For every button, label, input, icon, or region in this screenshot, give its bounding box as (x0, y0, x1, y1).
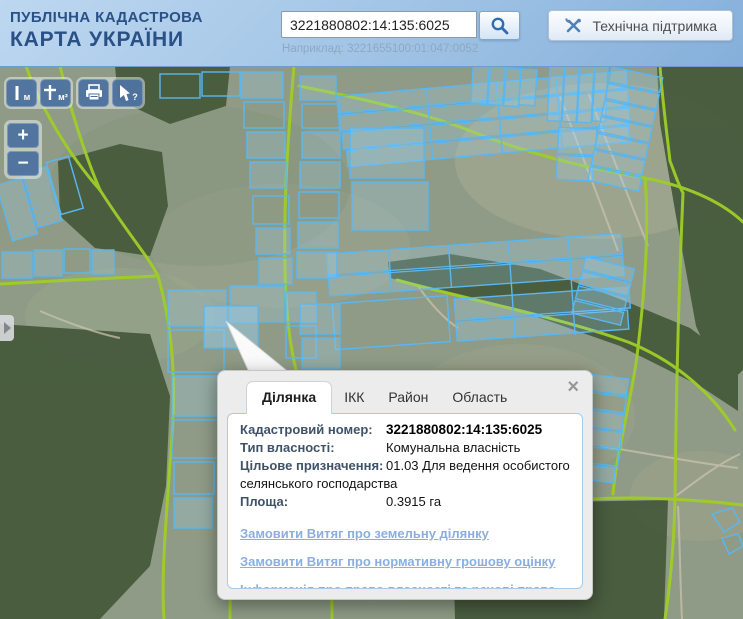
chevron-right-icon (4, 322, 11, 334)
link-ownership-rights-info[interactable]: Інформація про право власності та речові… (240, 582, 570, 589)
measure-toolbar: м м² (4, 77, 73, 109)
logo-line1: ПУБЛІЧНА КАДАСТРОВА (10, 9, 203, 27)
field-cadastral-number: Кадастровий номер:3221880802:14:135:6025 (240, 421, 570, 439)
site-logo: ПУБЛІЧНА КАДАСТРОВА КАРТА УКРАЇНИ (10, 9, 203, 53)
measure-length-unit-label: м (24, 92, 31, 102)
ruler-line-icon (13, 84, 23, 102)
zoom-control: + − (4, 120, 42, 179)
tools-icon (564, 16, 583, 35)
logo-line2: КАРТА УКРАЇНИ (10, 27, 203, 53)
print-identify-toolbar: ? (76, 77, 145, 109)
expand-side-panel-button[interactable] (0, 315, 14, 341)
field-ownership-type: Тип власності:Комунальна власність (240, 439, 570, 457)
tech-support-label: Технічна підтримка (592, 18, 717, 34)
identify-question-label: ? (132, 92, 138, 102)
printer-icon (84, 84, 104, 102)
measure-area-unit-label: м² (58, 92, 68, 102)
popup-links: Замовити Витяг про земельну ділянку Замо… (240, 526, 570, 589)
link-order-monetary-valuation[interactable]: Замовити Витяг про нормативну грошову оц… (240, 554, 570, 569)
link-order-extract-parcel[interactable]: Замовити Витяг про земельну ділянку (240, 526, 570, 541)
zoom-in-button[interactable]: + (7, 123, 39, 148)
app-header: ПУБЛІЧНА КАДАСТРОВА КАРТА УКРАЇНИ Наприк… (0, 0, 743, 67)
measure-area-button[interactable]: м² (40, 79, 71, 107)
tech-support-button[interactable]: Технічна підтримка (548, 10, 733, 41)
cadastral-map-app: м м² (0, 0, 743, 619)
search-button[interactable] (479, 11, 520, 40)
search-input[interactable] (281, 11, 477, 38)
zoom-out-button[interactable]: − (7, 151, 39, 176)
parcel-details-panel: Кадастровий номер:3221880802:14:135:6025… (227, 413, 583, 589)
print-button[interactable] (78, 79, 109, 107)
tab-ikk[interactable]: ІКК (332, 382, 376, 413)
map-viewport[interactable]: м м² (0, 66, 743, 619)
search-icon (490, 16, 509, 35)
popup-tabs: Ділянка ІКК Район Область (246, 381, 592, 413)
cursor-arrow-icon (117, 84, 131, 102)
search-example-hint: Наприклад: 3221655100:01:047:0052 (282, 43, 478, 55)
measure-length-button[interactable]: м (6, 79, 37, 107)
identify-button[interactable]: ? (112, 79, 143, 107)
field-area: Площа:0.3915 га (240, 493, 570, 511)
search-area (281, 11, 520, 40)
cross-measure-icon (43, 84, 57, 102)
tab-dilyanka[interactable]: Ділянка (246, 381, 332, 414)
parcel-info-popup: × Ділянка ІКК Район Область Кадастровий … (217, 370, 593, 600)
tab-oblast[interactable]: Область (440, 382, 519, 413)
field-purpose: Цільове призначення:01.03 Для ведення ос… (240, 457, 570, 493)
tab-rayon[interactable]: Район (376, 382, 440, 413)
